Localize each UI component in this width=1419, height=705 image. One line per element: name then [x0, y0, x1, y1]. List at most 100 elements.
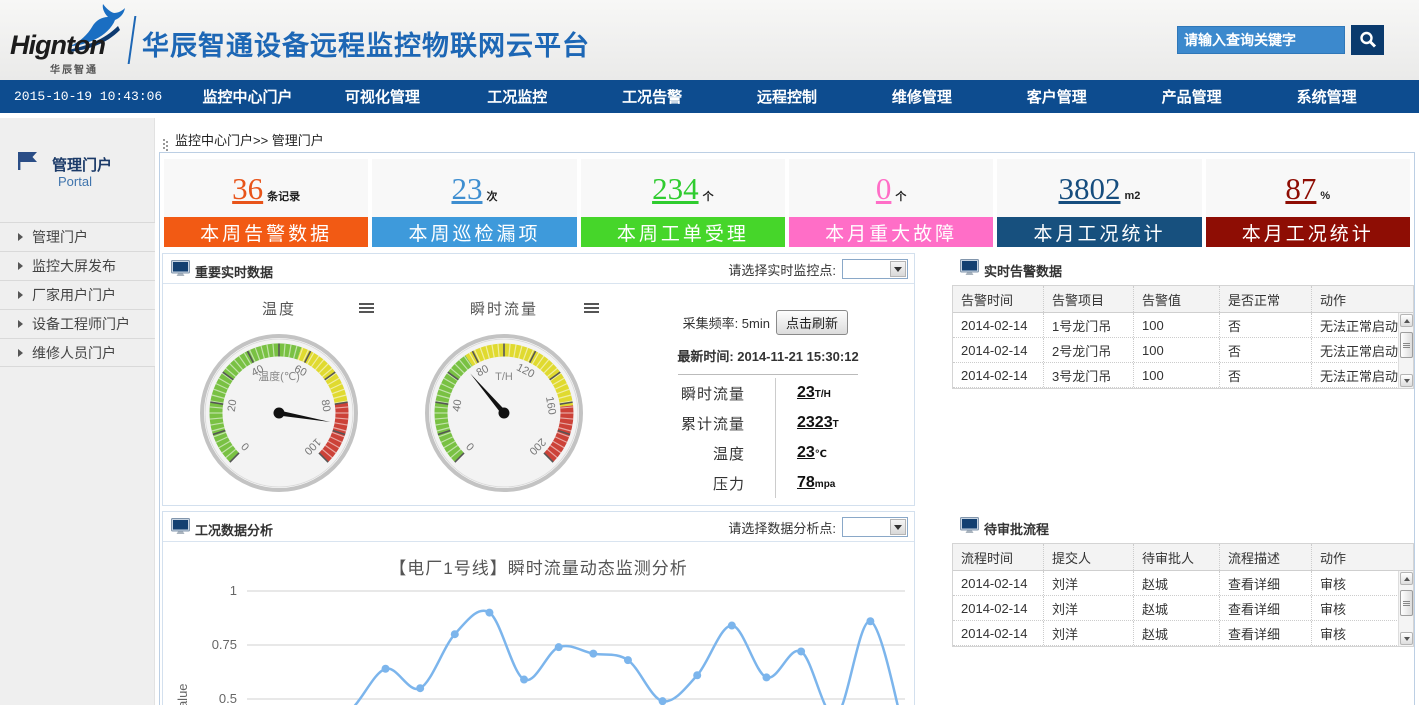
reading-name: 累计流量 [593, 413, 773, 434]
table-cell: 赵城 [1133, 596, 1219, 620]
monitor-point-select[interactable] [842, 259, 908, 279]
nav-item-6[interactable]: 客户管理 [989, 86, 1124, 107]
column-header: 动作 [1311, 544, 1399, 570]
table-row-2[interactable]: 2014-02-143号龙门吊100否无法正常启动 [953, 363, 1413, 388]
sidebar-item-label: 管理门户 [32, 227, 88, 247]
sidebar-item-4[interactable]: 维修人员门户 [0, 338, 155, 367]
table-row-0[interactable]: 2014-02-14刘洋赵城查看详细审核 [953, 571, 1413, 596]
stat-value-area: 234个 [581, 159, 785, 217]
arrow-right-icon [18, 320, 23, 328]
stat-value[interactable]: 3802 [1059, 173, 1121, 204]
stat-card-4[interactable]: 3802m2本月工况统计 [997, 159, 1201, 249]
sidebar-item-label: 监控大屏发布 [32, 256, 116, 276]
nav-item-7[interactable]: 产品管理 [1124, 86, 1259, 107]
sidebar-item-label: 设备工程师门户 [32, 314, 130, 334]
table-cell: 刘洋 [1043, 596, 1133, 620]
stat-label[interactable]: 本月工况统计 [1206, 217, 1410, 247]
svg-text:0.75: 0.75 [212, 637, 237, 652]
sidebar-item-0[interactable]: 管理门户 [0, 222, 155, 251]
column-header: 动作 [1311, 286, 1399, 312]
nav-item-1[interactable]: 可视化管理 [315, 86, 450, 107]
stat-value[interactable]: 234 [652, 173, 699, 204]
scroll-down-icon[interactable] [1400, 374, 1413, 387]
stat-card-2[interactable]: 234个本周工单受理 [581, 159, 785, 249]
chevron-down-icon[interactable] [890, 519, 906, 535]
sidebar-title: 管理门户 [52, 154, 112, 175]
table-cell: 2014-02-14 [953, 318, 1043, 333]
page-title: 华辰智通设备远程监控物联网云平台 [142, 24, 590, 63]
realtime-panel-header: 重要实时数据 请选择实时监控点: [163, 254, 914, 284]
table-header-row: 告警时间告警项目告警值是否正常动作 [953, 286, 1413, 313]
table-row-1[interactable]: 2014-02-142号龙门吊100否无法正常启动 [953, 338, 1413, 363]
temperature-gauge: 020406080100温度(℃) [194, 328, 364, 498]
stat-card-5[interactable]: 87%本月工况统计 [1206, 159, 1410, 249]
nav-item-0[interactable]: 监控中心门户 [180, 86, 315, 107]
gauge-temp-menu-icon[interactable] [359, 303, 374, 305]
table-scrollbar[interactable] [1398, 571, 1413, 646]
column-header: 告警值 [1133, 286, 1219, 312]
table-cell: 无法正常启动 [1311, 313, 1399, 337]
stat-label[interactable]: 本周告警数据 [164, 217, 368, 247]
alarm-panel-title: 实时告警数据 [984, 261, 1062, 280]
scrollbar-thumb[interactable] [1400, 590, 1413, 616]
stat-value[interactable]: 0 [876, 173, 892, 204]
alarm-table: 告警时间告警项目告警值是否正常动作2014-02-141号龙门吊100否无法正常… [952, 285, 1414, 389]
stat-label[interactable]: 本月工况统计 [997, 217, 1201, 247]
header: Hignton 华辰智通 华辰智通设备远程监控物联网云平台 [0, 0, 1419, 80]
arrow-right-icon [18, 349, 23, 357]
search-input[interactable] [1177, 26, 1345, 54]
stat-value[interactable]: 87 [1285, 173, 1316, 204]
stat-value-area: 0个 [789, 159, 993, 217]
stat-card-3[interactable]: 0个本月重大故障 [789, 159, 993, 249]
nav-item-5[interactable]: 维修管理 [854, 86, 989, 107]
realtime-panel: 重要实时数据 请选择实时监控点: 温度 瞬时流量 020406080100温度(… [162, 253, 915, 506]
table-row-0[interactable]: 2014-02-141号龙门吊100否无法正常启动 [953, 313, 1413, 338]
scroll-up-icon[interactable] [1400, 572, 1413, 585]
table-cell: 查看详细 [1219, 596, 1311, 620]
nav-item-4[interactable]: 远程控制 [720, 86, 855, 107]
gauge-temp-title: 温度 [219, 298, 339, 319]
nav-item-3[interactable]: 工况告警 [585, 86, 720, 107]
table-header-row: 流程时间提交人待审批人流程描述动作 [953, 544, 1413, 571]
table-cell: 3号龙门吊 [1043, 363, 1133, 387]
nav-item-8[interactable]: 系统管理 [1259, 86, 1394, 107]
sidebar-item-1[interactable]: 监控大屏发布 [0, 251, 155, 280]
flow-gauge: 04080120160200T/H [419, 328, 589, 498]
stat-value[interactable]: 23 [451, 173, 482, 204]
stat-unit: 次 [486, 188, 497, 204]
table-cell: 审核 [1311, 571, 1399, 595]
analysis-point-select[interactable] [842, 517, 908, 537]
chevron-down-icon[interactable] [890, 261, 906, 277]
refresh-button[interactable]: 点击刷新 [776, 310, 848, 335]
main: 监控中心门户>> 管理门户 36条记录本周告警数据23次本周巡检漏项234个本周… [155, 118, 1419, 705]
gauge-flow-menu-icon[interactable] [584, 303, 599, 305]
nav-item-2[interactable]: 工况监控 [450, 86, 585, 107]
alarm-panel: 实时告警数据 告警时间告警项目告警值是否正常动作2014-02-141号龙门吊1… [952, 253, 1414, 506]
stat-label[interactable]: 本月重大故障 [789, 217, 993, 247]
table-cell: 100 [1133, 363, 1219, 387]
stat-unit: 条记录 [267, 188, 300, 204]
sidebar-item-3[interactable]: 设备工程师门户 [0, 309, 155, 338]
stat-card-1[interactable]: 23次本周巡检漏项 [372, 159, 576, 249]
selector-label: 请选择实时监控点: [728, 260, 836, 279]
sidebar-item-label: 厂家用户门户 [32, 285, 116, 305]
logo: Hignton 华辰智通 [8, 6, 133, 74]
stat-label[interactable]: 本周巡检漏项 [372, 217, 576, 247]
table-cell: 审核 [1311, 621, 1399, 645]
logo-subtitle: 华辰智通 [50, 61, 98, 76]
table-cell: 刘洋 [1043, 571, 1133, 595]
stat-label[interactable]: 本周工单受理 [581, 217, 785, 247]
scrollbar-thumb[interactable] [1400, 332, 1413, 358]
scroll-down-icon[interactable] [1400, 632, 1413, 645]
table-row-2[interactable]: 2014-02-14刘洋赵城查看详细审核 [953, 621, 1413, 646]
column-header: 待审批人 [1133, 544, 1219, 570]
stats-row: 36条记录本周告警数据23次本周巡检漏项234个本周工单受理0个本月重大故障38… [164, 159, 1410, 249]
table-row-1[interactable]: 2014-02-14刘洋赵城查看详细审核 [953, 596, 1413, 621]
stat-card-0[interactable]: 36条记录本周告警数据 [164, 159, 368, 249]
stat-value[interactable]: 36 [232, 173, 263, 204]
column-header: 流程时间 [953, 548, 1043, 567]
scroll-up-icon[interactable] [1400, 314, 1413, 327]
table-scrollbar[interactable] [1398, 313, 1413, 388]
search-button[interactable] [1351, 25, 1384, 55]
sidebar-item-2[interactable]: 厂家用户门户 [0, 280, 155, 309]
